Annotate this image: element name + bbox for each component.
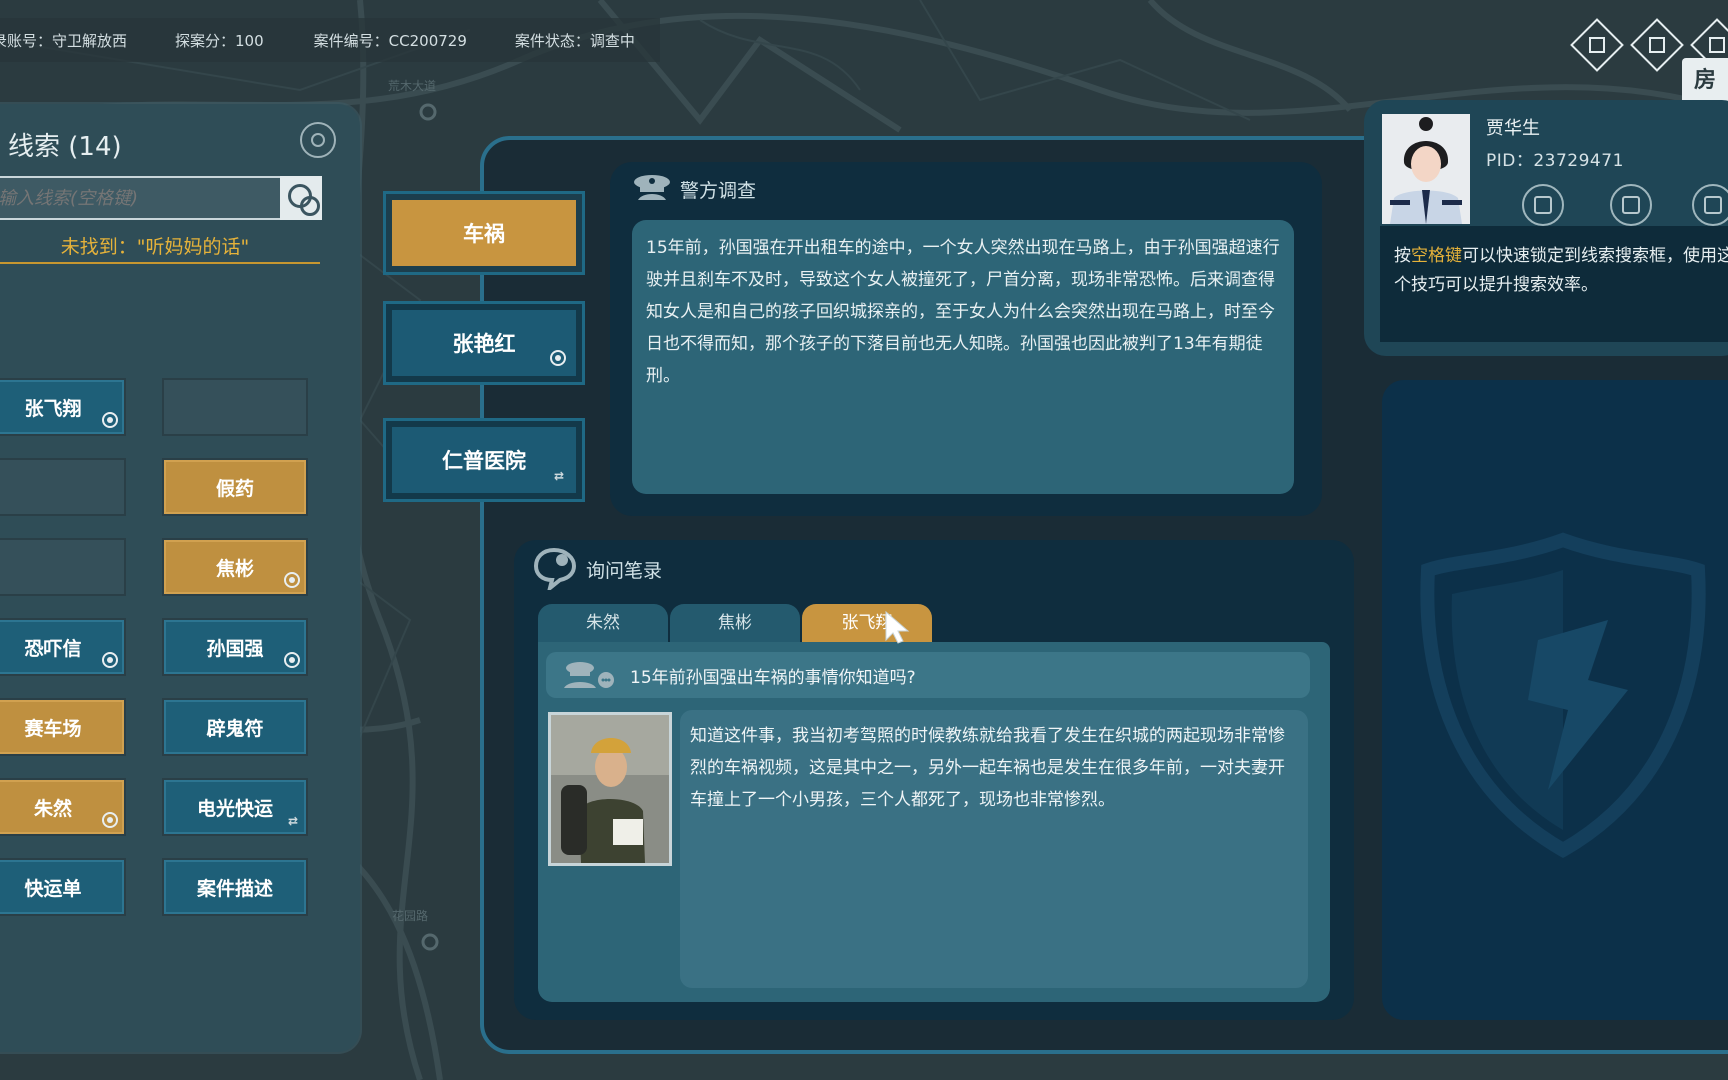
- eye-icon: [284, 572, 300, 588]
- police-title: 警方调查: [680, 180, 757, 202]
- network-icon[interactable]: [300, 122, 336, 158]
- clue-button[interactable]: 恐吓信: [0, 618, 126, 676]
- clue-search-input[interactable]: [0, 178, 282, 218]
- clue-button[interactable]: 快运单: [0, 858, 126, 916]
- clue-button[interactable]: 赛车场: [0, 698, 126, 756]
- officer-profile-panel: 贾华生 PID：23729471 按空格键可以快速锁定到线索搜索框，使用这个技巧…: [1364, 100, 1728, 356]
- eye-icon: [102, 812, 118, 828]
- inquiry-tab[interactable]: 朱然: [538, 604, 668, 642]
- mouse-cursor: [885, 610, 910, 644]
- officer-pid: PID：23729471: [1486, 151, 1624, 171]
- search-button[interactable]: [280, 176, 322, 220]
- question-row[interactable]: 15年前孙国强出车祸的事情你知道吗?: [546, 652, 1310, 698]
- eye-icon: [102, 412, 118, 428]
- answer-text: 知道这件事，我当初考驾照的时候教练就给我看了发生在织城的两起现场非常惨烈的车祸视…: [680, 710, 1308, 988]
- settings-icon[interactable]: [1610, 184, 1652, 226]
- badge-icon[interactable]: [1692, 184, 1728, 226]
- clue-slot-empty: [162, 378, 308, 436]
- police-officer-icon: [634, 175, 670, 200]
- clue-label: 辟鬼符: [206, 717, 264, 740]
- clue-label: 赛车场: [24, 717, 82, 740]
- clue-button[interactable]: 焦彬: [162, 538, 308, 596]
- case-tab[interactable]: 张艳红: [383, 301, 585, 385]
- officer-avatar: [1382, 114, 1470, 224]
- status-bar: 录账号：守卫解放西 探案分：100 案件编号：CC200729 案件状态：调查中: [0, 18, 660, 62]
- clue-button[interactable]: 张飞翔: [0, 378, 126, 436]
- inquiry-body: 15年前孙国强出车祸的事情你知道吗? 知道这件事，我当初考驾照的时候教练就给我看…: [538, 642, 1330, 1002]
- clue-label: 假药: [215, 477, 254, 500]
- screen-icon[interactable]: [1570, 18, 1624, 72]
- share-icon: ⇄: [287, 814, 299, 828]
- inquiry-tab[interactable]: 焦彬: [670, 604, 800, 642]
- clue-label: 孙国强: [206, 637, 264, 660]
- inquiry-title: 询问笔录: [586, 560, 663, 582]
- case-tab[interactable]: 仁普医院 ⇄: [383, 418, 585, 502]
- clue-label: 焦彬: [215, 557, 254, 580]
- clue-label: 电光快运: [196, 797, 273, 820]
- clue-label: 案件描述: [196, 877, 273, 900]
- police-report-text: 15年前，孙国强在开出租车的途中，一个女人突然出现在马路上，由于孙国强超速行驶并…: [632, 220, 1294, 494]
- eye-icon: [102, 652, 118, 668]
- police-investigation-panel: 警方调查 15年前，孙国强在开出租车的途中，一个女人突然出现在马路上，由于孙国强…: [610, 162, 1322, 516]
- case-tab[interactable]: 车祸: [383, 191, 585, 275]
- clue-label: 快运单: [24, 877, 82, 900]
- map-icon[interactable]: [1630, 18, 1684, 72]
- share-icon: ⇄: [553, 469, 565, 483]
- officer-avatar-image: [1382, 114, 1470, 224]
- inquiry-panel: 询问笔录 朱然 焦彬 张飞翔 15年前孙国强出车祸的事情你知道吗? 知道这件事，…: [514, 540, 1354, 1020]
- clue-button[interactable]: 假药: [162, 458, 308, 516]
- case-tab-label: 仁普医院: [442, 449, 526, 473]
- map-label-road-1: 荒木大道: [388, 79, 436, 93]
- clue-button[interactable]: 辟鬼符: [162, 698, 308, 756]
- case-status-text: 案件状态：调查中: [514, 31, 635, 50]
- not-found-message: 未找到："听妈妈的话": [60, 236, 250, 258]
- officer-speech-icon: [564, 662, 614, 688]
- case-tab-label: 张艳红: [452, 332, 516, 356]
- search-icon-part: [300, 196, 320, 216]
- tip-prefix: 按: [1394, 246, 1411, 266]
- witness-portrait: [548, 712, 672, 866]
- score-text: 探案分：100: [175, 31, 264, 50]
- question-text: 15年前孙国强出车祸的事情你知道吗?: [630, 667, 916, 688]
- clue-title: 线索 (14): [8, 132, 122, 162]
- map-label-road-2: 花园路: [392, 908, 428, 923]
- case-id-text: 案件编号：CC200729: [313, 31, 467, 50]
- clue-button[interactable]: 案件描述: [162, 858, 308, 916]
- clue-button[interactable]: 电光快运 ⇄: [162, 778, 308, 836]
- chat-icon: [533, 547, 577, 590]
- officer-name: 贾华生: [1486, 118, 1540, 139]
- divider: [0, 262, 320, 264]
- inquiry-tab[interactable]: 张飞翔: [802, 604, 932, 642]
- clue-label: 朱然: [33, 797, 72, 820]
- eye-icon: [550, 350, 566, 366]
- logo: 房: [1682, 58, 1728, 104]
- clue-slot-empty: [0, 458, 126, 516]
- clue-search-box: [0, 176, 284, 220]
- inquiry-tabs: 朱然 焦彬 张飞翔: [538, 604, 934, 642]
- clue-slot-empty: [0, 538, 126, 596]
- police-emblem-icon: [1420, 532, 1706, 859]
- account-text: 录账号：守卫解放西: [0, 31, 128, 50]
- clue-panel: 线索 (14) 未找到："听妈妈的话" 张飞翔假药焦彬恐吓信 孙国强赛车场 辟鬼符朱…: [0, 104, 360, 1052]
- eye-icon: [284, 652, 300, 668]
- side-emblem-panel: [1382, 380, 1728, 1020]
- case-tab-label: 车祸: [463, 222, 505, 246]
- clue-label: 张飞翔: [24, 397, 82, 420]
- message-icon[interactable]: [1522, 184, 1564, 226]
- clue-label: 恐吓信: [24, 637, 82, 660]
- clue-button[interactable]: 朱然: [0, 778, 126, 836]
- tip-key: 空格键: [1411, 246, 1462, 266]
- witness-portrait-image: [551, 715, 669, 863]
- clue-button[interactable]: 孙国强: [162, 618, 308, 676]
- tip-box: 按空格键可以快速锁定到线索搜索框，使用这个技巧可以提升搜索效率。: [1380, 226, 1728, 342]
